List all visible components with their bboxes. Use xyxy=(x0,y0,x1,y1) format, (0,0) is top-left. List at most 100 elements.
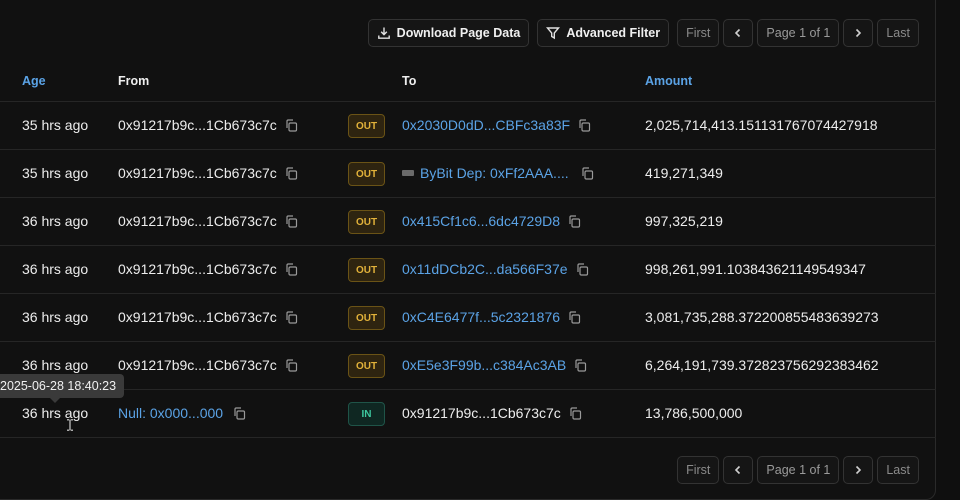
chevron-right-icon xyxy=(851,26,865,40)
copy-icon[interactable] xyxy=(569,406,582,420)
next-page-button[interactable] xyxy=(843,456,874,484)
filter-icon xyxy=(546,26,561,40)
table-header: Age From To Amount xyxy=(0,62,936,102)
from-address: 0x91217b9c...1Cb673c7c xyxy=(118,213,277,229)
download-page-data-button[interactable]: Download Page Data xyxy=(367,19,530,47)
copy-icon[interactable] xyxy=(568,214,581,228)
from-cell: 0x91217b9c...1Cb673c7c xyxy=(118,213,298,229)
to-address: 0x91217b9c...1Cb673c7c xyxy=(402,405,561,421)
copy-icon[interactable] xyxy=(285,358,298,372)
to-address-link[interactable]: ByBit Dep: 0xFf2AAA.... xyxy=(420,165,569,181)
direction-badge: IN xyxy=(348,402,385,426)
from-cell: 0x91217b9c...1Cb673c7c xyxy=(118,309,298,325)
next-page-button[interactable] xyxy=(843,19,874,47)
toolbar: Download Page Data Advanced Filter First… xyxy=(367,19,919,47)
from-address: 0x91217b9c...1Cb673c7c xyxy=(118,309,277,325)
age-cell[interactable]: 36 hrs ago xyxy=(22,357,88,373)
to-address-link[interactable]: 0x415Cf1c6...6dc4729D8 xyxy=(402,213,560,229)
amount-cell: 419,271,349 xyxy=(645,165,723,181)
direction-cell: OUT xyxy=(348,258,385,282)
copy-icon[interactable] xyxy=(233,406,246,420)
chevron-left-icon xyxy=(731,26,745,40)
table-row: 35 hrs ago 0x91217b9c...1Cb673c7c OUT By… xyxy=(0,150,936,198)
last-page-button[interactable]: Last xyxy=(877,456,919,484)
to-cell: 0xE5e3F99b...c384Ac3AB xyxy=(402,357,587,373)
page-indicator: Page 1 of 1 xyxy=(757,456,840,484)
from-address-link[interactable]: Null: 0x000...000 xyxy=(118,405,223,421)
copy-icon[interactable] xyxy=(581,166,594,180)
from-address: 0x91217b9c...1Cb673c7c xyxy=(118,165,277,181)
text-cursor-icon xyxy=(66,418,74,431)
to-address-link[interactable]: 0x2030D0dD...CBFc3a83F xyxy=(402,117,570,133)
direction-badge: OUT xyxy=(348,114,385,138)
page-indicator: Page 1 of 1 xyxy=(757,19,840,47)
direction-badge: OUT xyxy=(348,162,385,186)
table-row: 36 hrs ago 0x91217b9c...1Cb673c7c OUT 0x… xyxy=(0,198,936,246)
to-cell: 0xC4E6477f...5c2321876 xyxy=(402,309,581,325)
table-row: 36 hrs ago 0x91217b9c...1Cb673c7c OUT 0x… xyxy=(0,294,936,342)
direction-cell: IN xyxy=(348,402,385,426)
from-cell: 0x91217b9c...1Cb673c7c xyxy=(118,357,298,373)
table-row: 36 hrs ago 0x91217b9c...1Cb673c7c OUT 0x… xyxy=(0,342,936,390)
direction-cell: OUT xyxy=(348,354,385,378)
direction-cell: OUT xyxy=(348,306,385,330)
amount-cell: 6,264,191,739.372823756292383462 xyxy=(645,357,879,373)
column-to: To xyxy=(402,74,417,88)
copy-icon[interactable] xyxy=(285,118,298,132)
last-page-button[interactable]: Last xyxy=(877,19,919,47)
transfers-table: 35 hrs ago 0x91217b9c...1Cb673c7c OUT 0x… xyxy=(0,102,936,438)
bottom-pagination: First Page 1 of 1 Last xyxy=(677,456,919,484)
to-cell: 0x91217b9c...1Cb673c7c xyxy=(402,405,582,421)
direction-badge: OUT xyxy=(348,258,385,282)
copy-icon[interactable] xyxy=(285,262,298,276)
age-cell[interactable]: 36 hrs ago xyxy=(22,213,88,229)
table-row: 36 hrs ago Null: 0x000...000 IN 0x91217b… xyxy=(0,390,936,438)
prev-page-button[interactable] xyxy=(723,456,754,484)
copy-icon[interactable] xyxy=(568,310,581,324)
copy-icon[interactable] xyxy=(576,262,589,276)
from-address: 0x91217b9c...1Cb673c7c xyxy=(118,357,277,373)
column-age[interactable]: Age xyxy=(22,74,46,88)
advanced-filter-label: Advanced Filter xyxy=(566,26,661,40)
table-row: 36 hrs ago 0x91217b9c...1Cb673c7c OUT 0x… xyxy=(0,246,936,294)
prev-page-button[interactable] xyxy=(723,19,754,47)
direction-badge: OUT xyxy=(348,354,385,378)
from-cell: 0x91217b9c...1Cb673c7c xyxy=(118,261,298,277)
amount-cell: 997,325,219 xyxy=(645,213,723,229)
amount-cell: 13,786,500,000 xyxy=(645,405,743,421)
age-cell[interactable]: 36 hrs ago xyxy=(22,309,88,325)
from-address: 0x91217b9c...1Cb673c7c xyxy=(118,261,277,277)
direction-cell: OUT xyxy=(348,114,385,138)
to-cell: 0x2030D0dD...CBFc3a83F xyxy=(402,117,591,133)
direction-cell: OUT xyxy=(348,162,385,186)
to-cell: 0x11dDCb2C...da566F37e xyxy=(402,261,589,277)
age-cell[interactable]: 36 hrs ago xyxy=(22,405,88,421)
age-cell[interactable]: 36 hrs ago xyxy=(22,261,88,277)
copy-icon[interactable] xyxy=(285,166,298,180)
column-amount[interactable]: Amount xyxy=(645,74,692,88)
top-pagination: First Page 1 of 1 Last xyxy=(677,19,919,47)
copy-icon[interactable] xyxy=(574,358,587,372)
download-label: Download Page Data xyxy=(396,26,521,40)
copy-icon[interactable] xyxy=(285,310,298,324)
first-page-button[interactable]: First xyxy=(677,456,720,484)
advanced-filter-button[interactable]: Advanced Filter xyxy=(537,19,670,47)
age-cell[interactable]: 35 hrs ago xyxy=(22,165,88,181)
to-address-link[interactable]: 0xE5e3F99b...c384Ac3AB xyxy=(402,357,566,373)
copy-icon[interactable] xyxy=(578,118,591,132)
first-page-button[interactable]: First xyxy=(677,19,720,47)
table-row: 35 hrs ago 0x91217b9c...1Cb673c7c OUT 0x… xyxy=(0,102,936,150)
from-cell: Null: 0x000...000 xyxy=(118,405,246,421)
direction-badge: OUT xyxy=(348,306,385,330)
to-address-link[interactable]: 0xC4E6477f...5c2321876 xyxy=(402,309,560,325)
from-cell: 0x91217b9c...1Cb673c7c xyxy=(118,165,298,181)
chevron-right-icon xyxy=(851,463,865,477)
copy-icon[interactable] xyxy=(285,214,298,228)
to-address-link[interactable]: 0x11dDCb2C...da566F37e xyxy=(402,261,568,277)
age-cell[interactable]: 35 hrs ago xyxy=(22,117,88,133)
exchange-logo-icon xyxy=(402,170,414,176)
from-cell: 0x91217b9c...1Cb673c7c xyxy=(118,117,298,133)
timestamp-tooltip: 2025-06-28 18:40:23 xyxy=(0,374,125,403)
to-cell: 0x415Cf1c6...6dc4729D8 xyxy=(402,213,581,229)
to-cell: ByBit Dep: 0xFf2AAA.... xyxy=(402,165,594,181)
